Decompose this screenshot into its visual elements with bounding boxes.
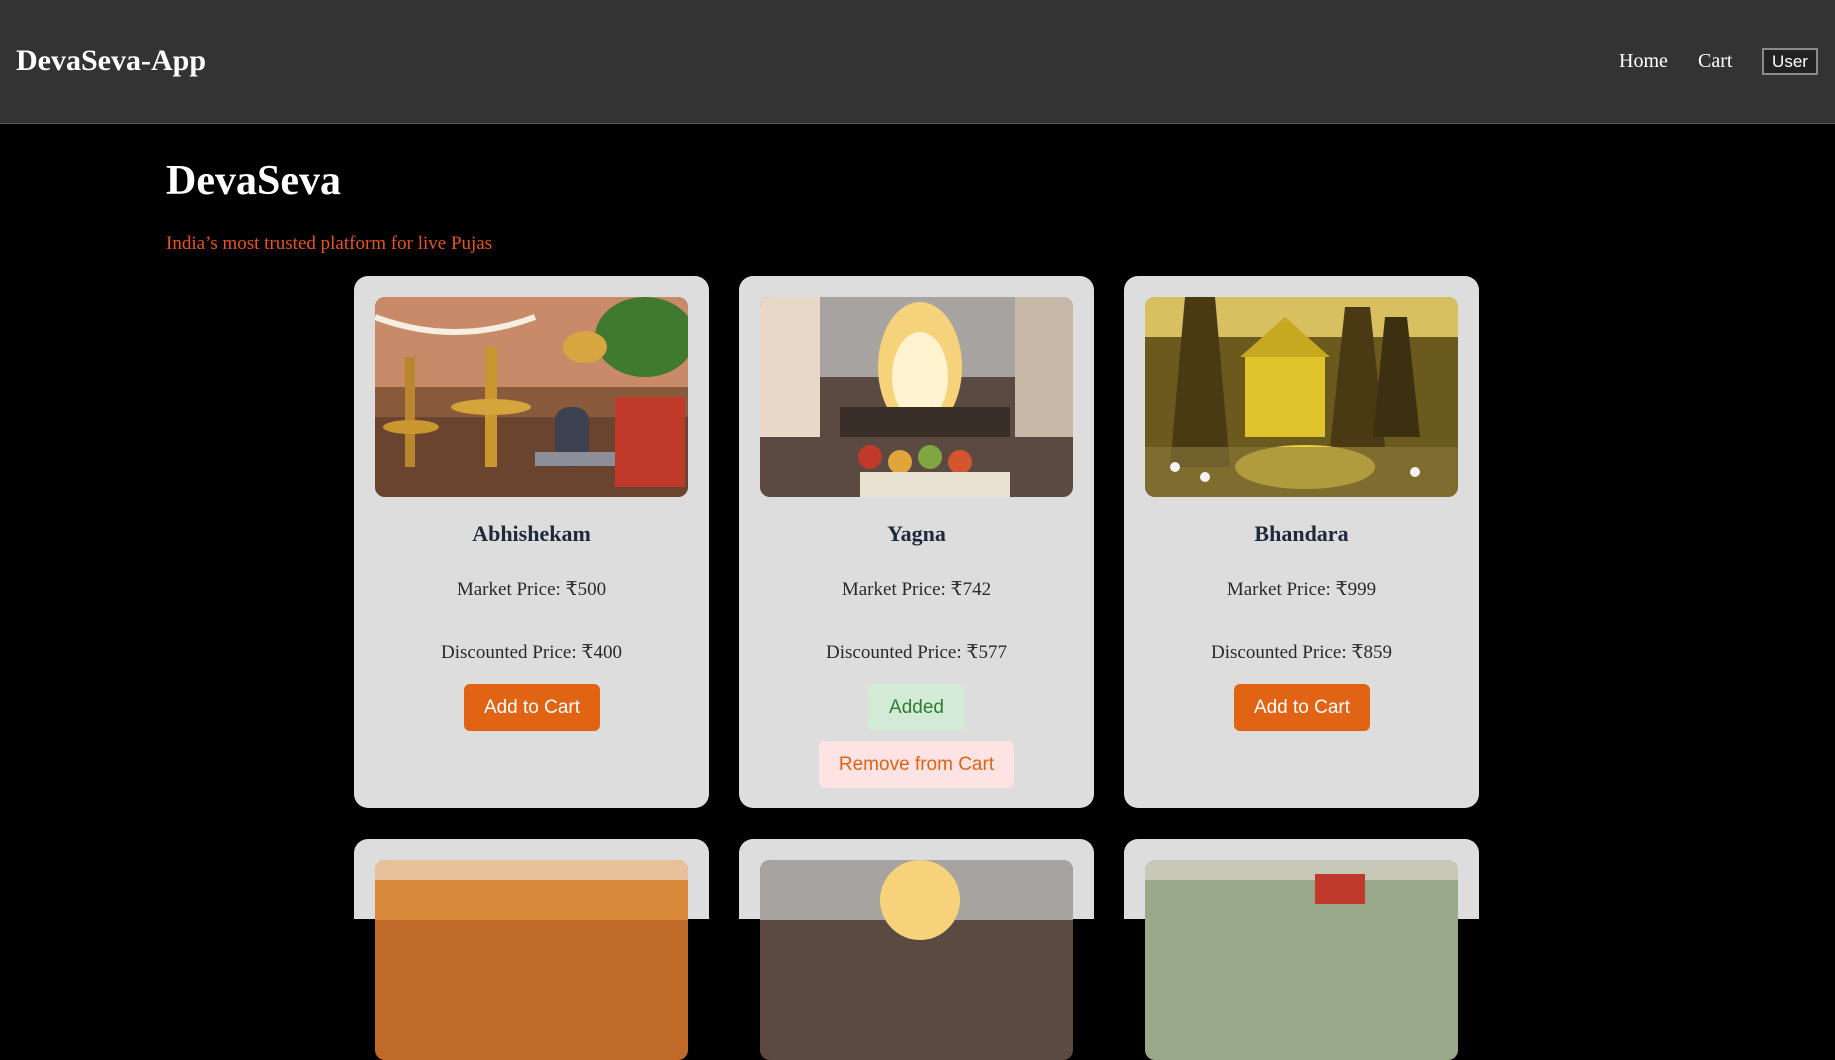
product-card-partial [1124,839,1479,1060]
product-image [375,860,688,1060]
discounted-price: Discounted Price: ₹859 [1211,642,1392,663]
market-price: Market Price: ₹500 [456,579,607,600]
product-card-abhishekam: Abhishekam Market Price: ₹500 Discounted… [354,276,709,808]
product-card-yagna: Yagna Market Price: ₹742 Discounted Pric… [739,276,1094,808]
app-brand[interactable]: DevaSeva-App [16,44,206,78]
nav-cart-link[interactable]: Cart [1698,50,1732,73]
product-image [1145,860,1458,1060]
page-tagline: India’s most trusted platform for live P… [166,233,493,254]
added-status-badge: Added [868,684,965,731]
page-title: DevaSeva [166,158,341,204]
product-card-partial [354,839,709,1060]
product-image [1145,297,1458,497]
add-to-cart-button[interactable]: Add to Cart [1234,684,1370,731]
product-image [375,297,688,497]
product-name: Bhandara [1254,521,1349,546]
market-price: Market Price: ₹999 [1226,579,1377,600]
add-to-cart-button[interactable]: Add to Cart [464,684,600,731]
product-card-partial [739,839,1094,1060]
remove-from-cart-button[interactable]: Remove from Cart [819,741,1014,788]
product-image [760,297,1073,497]
discounted-price: Discounted Price: ₹577 [826,642,1007,663]
market-price: Market Price: ₹742 [841,579,992,600]
top-navbar: DevaSeva-App Home Cart User [0,0,1835,124]
product-image [760,860,1073,1060]
product-card-bhandara: Bhandara Market Price: ₹999 Discounted P… [1124,276,1479,808]
user-button[interactable]: User [1762,48,1818,75]
product-name: Yagna [887,521,946,546]
nav-home-link[interactable]: Home [1619,50,1668,73]
product-name: Abhishekam [472,521,591,546]
discounted-price: Discounted Price: ₹400 [441,642,622,663]
